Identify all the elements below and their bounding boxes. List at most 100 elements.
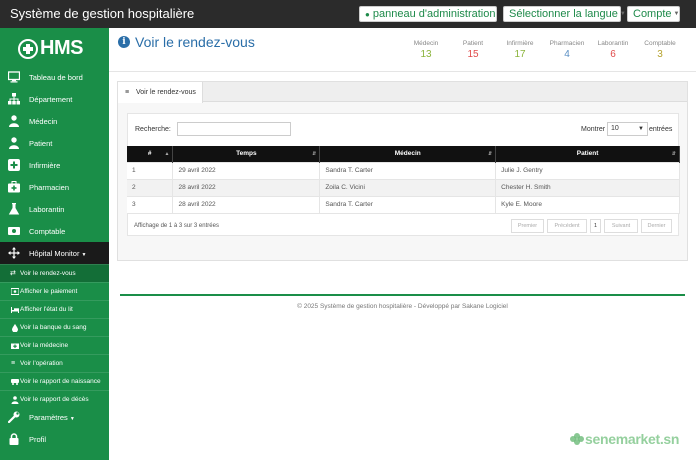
page-size-select[interactable]: 10 ▼ bbox=[607, 122, 648, 136]
submenu-item-operation[interactable]: ≡ Voir l'opération bbox=[0, 354, 109, 372]
logo[interactable]: HMS bbox=[18, 37, 90, 61]
sidebar: HMS Tableau de bord Département Médecin … bbox=[0, 28, 109, 460]
cell-number: 1 bbox=[127, 162, 174, 179]
stat-label: Comptable bbox=[644, 40, 676, 47]
app-title: Système de gestion hospitalière bbox=[10, 6, 195, 21]
lock-icon bbox=[8, 433, 20, 445]
tint-icon bbox=[11, 324, 19, 335]
sidebar-item-hospital-monitor[interactable]: Hôpital Monitor ▼ bbox=[0, 242, 109, 264]
column-header-doctor[interactable]: Médecin ⇵ bbox=[319, 146, 497, 162]
pagination-last[interactable]: Dernier bbox=[641, 219, 672, 233]
pagination-page-1[interactable]: 1 bbox=[590, 219, 601, 233]
stat-value: 6 bbox=[610, 49, 616, 60]
stat-value: 17 bbox=[514, 49, 526, 60]
flask-icon bbox=[8, 203, 20, 215]
pagination-previous[interactable]: Précédent bbox=[547, 219, 587, 233]
submenu-item-payments[interactable]: Afficher le paiement bbox=[0, 282, 109, 300]
table-header-row: # ▲ Temps ⇵ Médecin ⇵ Patient ⇵ bbox=[127, 146, 680, 162]
stat-lab: Laborantin 6 bbox=[587, 40, 639, 60]
sidebar-item-label: Paramètres ▼ bbox=[29, 413, 75, 422]
sidebar-item-settings[interactable]: Paramètres ▼ bbox=[0, 406, 109, 428]
submenu-item-blood-bank[interactable]: Voir la banque du sang bbox=[0, 318, 109, 336]
admin-panel-label: panneau d'administration bbox=[372, 8, 496, 20]
caret-down-icon: ▼ bbox=[673, 11, 680, 18]
medical-cross-icon bbox=[18, 39, 38, 59]
stat-patient: Patient 15 bbox=[447, 40, 499, 60]
sidebar-item-accountant[interactable]: Comptable bbox=[0, 220, 109, 242]
sidebar-item-profile[interactable]: Profil bbox=[0, 428, 109, 450]
cell-number: 3 bbox=[127, 196, 174, 213]
submenu-item-bed-status[interactable]: Afficher l'état du lit bbox=[0, 300, 109, 318]
entries-label: entrées bbox=[649, 126, 673, 133]
sidebar-item-label: Laborantin bbox=[29, 205, 65, 214]
baby-icon bbox=[11, 378, 19, 388]
column-header-number[interactable]: # ▲ bbox=[127, 146, 174, 162]
footer-text: © 2025 Système de gestion hospitalière -… bbox=[297, 303, 508, 310]
table-row[interactable]: 1 29 avril 2022 Sandra T. Carter Julie J… bbox=[127, 162, 680, 179]
pagination-next[interactable]: Suivant bbox=[604, 219, 638, 233]
cell-number: 2 bbox=[127, 179, 174, 196]
cell-patient: Kyle E. Moore bbox=[495, 196, 680, 213]
plus-square-icon bbox=[8, 159, 20, 171]
stat-accountant: Comptable 3 bbox=[634, 40, 686, 60]
submenu-item-label: Afficher le paiement bbox=[20, 288, 78, 295]
cell-doctor: Zoila C. Vicini bbox=[319, 179, 497, 196]
sidebar-item-department[interactable]: Département bbox=[0, 88, 109, 110]
page-size-label: Montrer bbox=[581, 126, 606, 133]
column-header-label: Patient bbox=[576, 150, 599, 158]
stat-label: Pharmacien bbox=[549, 40, 585, 47]
account-button[interactable]: Compte ▼ bbox=[627, 6, 680, 22]
stat-label: Patient bbox=[462, 40, 484, 47]
sidebar-item-lab[interactable]: Laborantin bbox=[0, 198, 109, 220]
sidebar-item-label: Comptable bbox=[29, 227, 66, 236]
tab-appointments[interactable]: ≡ Voir le rendez-vous bbox=[118, 82, 203, 103]
sidebar-item-doctor[interactable]: Médecin bbox=[0, 110, 109, 132]
list-icon: ≡ bbox=[11, 360, 16, 367]
table-info: Affichage de 1 à 3 sur 3 entrées bbox=[134, 223, 219, 229]
sidebar-item-dashboard[interactable]: Tableau de bord bbox=[0, 66, 109, 88]
stat-value: 4 bbox=[564, 49, 570, 60]
arrows-icon bbox=[8, 247, 20, 259]
appointments-table: # ▲ Temps ⇵ Médecin ⇵ Patient ⇵ 1 29 avril 2… bbox=[127, 146, 680, 214]
stat-nurse: Infirmière 17 bbox=[494, 40, 546, 60]
list-icon: ≡ bbox=[125, 89, 130, 96]
tab-strip: ≡ Voir le rendez-vous bbox=[118, 82, 687, 103]
cell-patient: Julie J. Gentry bbox=[495, 162, 680, 179]
caret-down-icon: ▼ bbox=[69, 416, 75, 422]
footer-divider bbox=[120, 294, 685, 296]
stat-value: 13 bbox=[420, 49, 432, 60]
monitor-icon bbox=[7, 71, 21, 83]
table-row[interactable]: 3 28 avril 2022 Sandra T. Carter Kyle E.… bbox=[127, 196, 680, 213]
submenu-item-birth-report[interactable]: Voir le rapport de naissance bbox=[0, 372, 109, 390]
sidebar-item-patient[interactable]: Patient bbox=[0, 132, 109, 154]
admin-panel-button[interactable]: ● panneau d'administration bbox=[359, 6, 497, 22]
watermark-logo-icon bbox=[570, 433, 584, 445]
page-header: i Voir le rendez-vous Médecin 13 Patient… bbox=[109, 28, 696, 72]
account-label: Compte bbox=[633, 8, 672, 20]
language-select-button[interactable]: Sélectionner la langue ▼ bbox=[503, 6, 626, 22]
stat-label: Laborantin bbox=[597, 40, 629, 47]
search-input[interactable] bbox=[177, 122, 291, 136]
cell-doctor: Sandra T. Carter bbox=[319, 196, 497, 213]
cell-time: 28 avril 2022 bbox=[172, 179, 321, 196]
submenu-item-label: Voir l'opération bbox=[20, 360, 63, 367]
pagination-first[interactable]: Premier bbox=[511, 219, 544, 233]
column-header-time[interactable]: Temps ⇵ bbox=[172, 146, 321, 162]
page-title: Voir le rendez-vous bbox=[135, 34, 255, 50]
column-header-patient[interactable]: Patient ⇵ bbox=[495, 146, 680, 162]
watermark: senemarket.sn bbox=[570, 431, 688, 449]
sort-asc-icon: ▲ bbox=[164, 151, 170, 157]
table-row[interactable]: 2 28 avril 2022 Zoila C. Vicini Chester … bbox=[127, 179, 680, 196]
bed-icon bbox=[11, 306, 19, 316]
submenu-item-appointments[interactable]: ⇄ Voir le rendez-vous bbox=[0, 264, 109, 282]
stat-pharmacist: Pharmacien 4 bbox=[541, 40, 593, 60]
sidebar-item-nurse[interactable]: Infirmière bbox=[0, 154, 109, 176]
submenu-item-medicine[interactable]: Voir la médecine bbox=[0, 336, 109, 354]
appointments-panel: ≡ Voir le rendez-vous Recherche: Montrer … bbox=[117, 81, 688, 261]
column-header-label: Temps bbox=[236, 150, 257, 158]
sidebar-item-label: Médecin bbox=[29, 117, 58, 126]
sidebar-item-pharmacist[interactable]: Pharmacien bbox=[0, 176, 109, 198]
submenu-item-label: Voir la médecine bbox=[20, 342, 69, 349]
user-icon: ● bbox=[365, 10, 370, 19]
submenu-item-label: Voir la banque du sang bbox=[20, 324, 87, 331]
